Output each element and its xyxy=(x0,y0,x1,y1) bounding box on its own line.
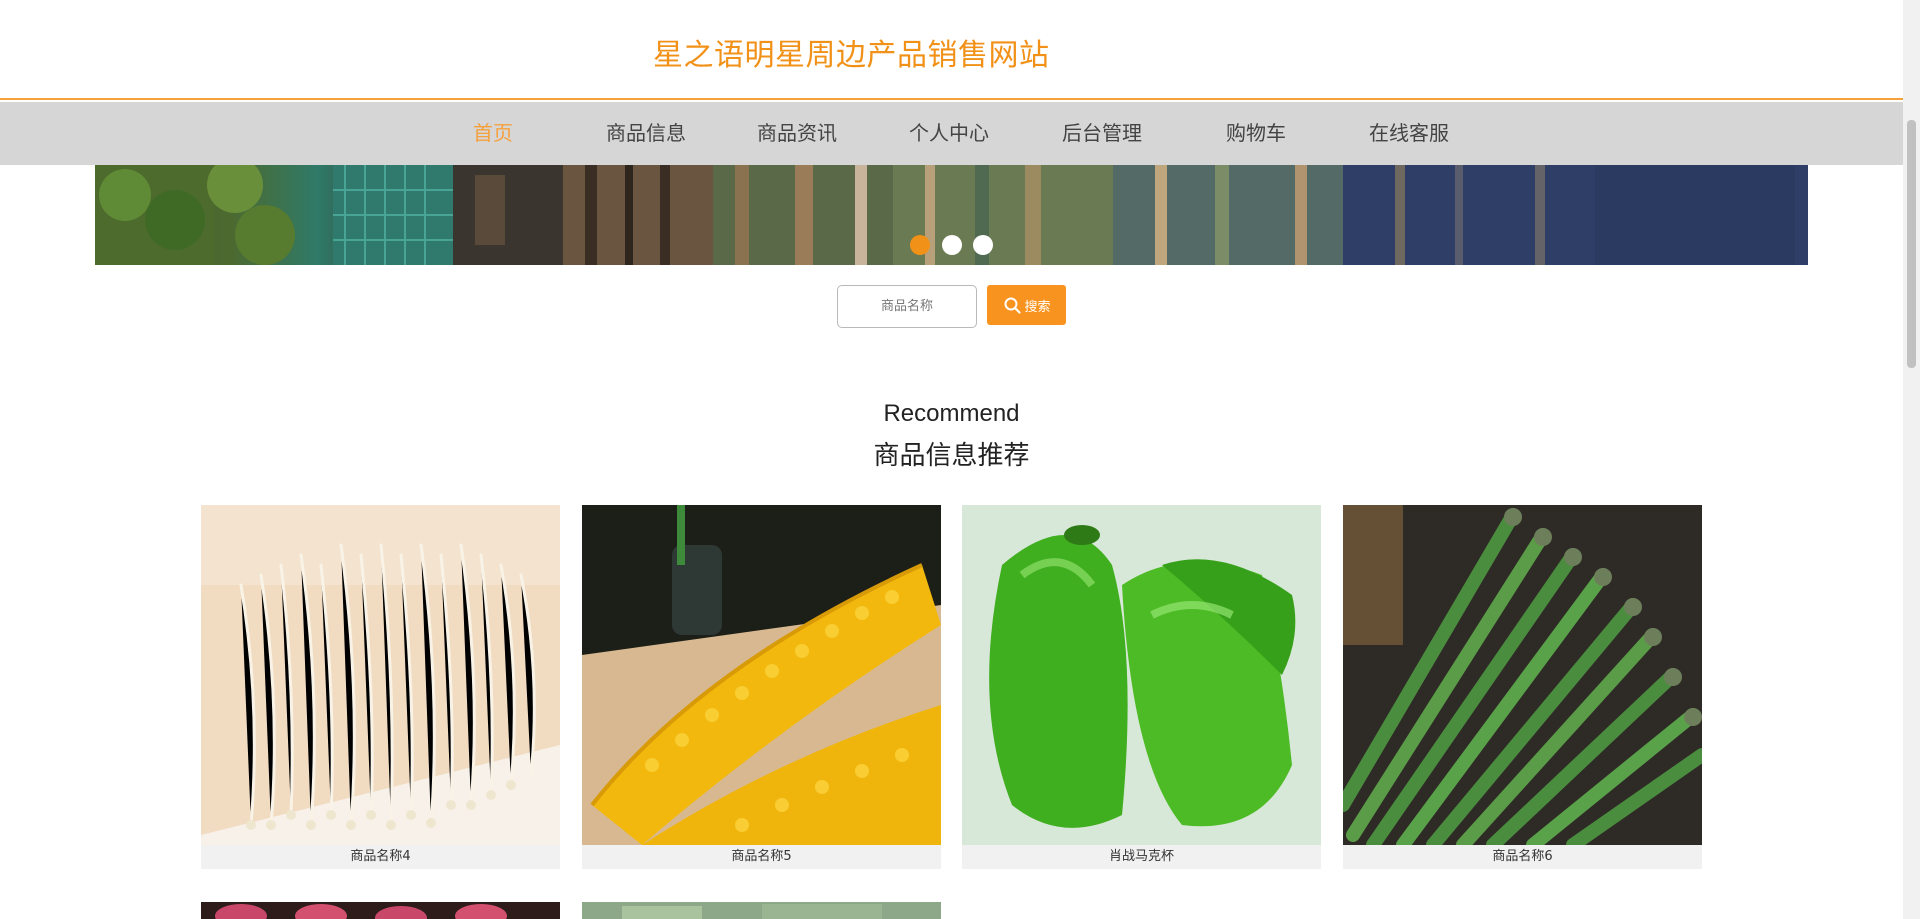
product-image[interactable] xyxy=(582,505,941,845)
product-card[interactable] xyxy=(582,902,941,919)
carousel-dots xyxy=(95,235,1808,257)
banner-carousel[interactable] xyxy=(95,165,1808,265)
search-input[interactable] xyxy=(837,285,977,328)
nav-item-home[interactable]: 首页 xyxy=(473,102,513,165)
carousel-dot-2[interactable] xyxy=(941,235,962,255)
scrollbar-thumb[interactable] xyxy=(1907,120,1916,368)
product-card[interactable]: 肖战马克杯 xyxy=(962,505,1321,869)
product-card[interactable] xyxy=(201,902,560,919)
product-name[interactable]: 商品名称6 xyxy=(1343,845,1702,869)
product-name[interactable]: 商品名称4 xyxy=(201,845,560,869)
search-icon xyxy=(1004,297,1022,314)
main-nav: 首页 商品信息 商品资讯 个人中心 后台管理 购物车 在线客服 xyxy=(0,102,1903,165)
nav-item-profile[interactable]: 个人中心 xyxy=(909,102,989,165)
product-name[interactable]: 肖战马克杯 xyxy=(962,845,1321,869)
nav-item-news[interactable]: 商品资讯 xyxy=(757,102,837,165)
product-image[interactable] xyxy=(201,505,560,845)
product-name[interactable]: 商品名称5 xyxy=(582,845,941,869)
section-title-en: Recommend xyxy=(883,400,1020,427)
section-title-cn: 商品信息推荐 xyxy=(873,441,1030,471)
nav-item-products[interactable]: 商品信息 xyxy=(606,102,686,165)
nav-item-cart[interactable]: 购物车 xyxy=(1226,102,1286,165)
product-card[interactable]: 商品名称5 xyxy=(582,505,941,869)
product-card[interactable]: 商品名称6 xyxy=(1343,505,1702,869)
product-image[interactable] xyxy=(582,902,941,919)
page: 星之语明星周边产品销售网站 首页 商品信息 商品资讯 个人中心 后台管理 购物车… xyxy=(0,0,1903,919)
product-card[interactable]: 商品名称4 xyxy=(201,505,560,869)
search-button[interactable]: 搜索 xyxy=(987,285,1066,325)
product-image[interactable] xyxy=(1343,505,1702,845)
page-scrollbar[interactable] xyxy=(1903,0,1920,919)
carousel-dot-3[interactable] xyxy=(972,235,993,255)
nav-item-support[interactable]: 在线客服 xyxy=(1369,102,1449,165)
carousel-dot-1[interactable] xyxy=(910,235,931,255)
product-image[interactable] xyxy=(201,902,560,919)
site-title[interactable]: 星之语明星周边产品销售网站 xyxy=(653,30,1050,74)
search-button-label: 搜索 xyxy=(1024,299,1051,315)
site-header: 星之语明星周边产品销售网站 xyxy=(0,0,1903,100)
nav-item-admin[interactable]: 后台管理 xyxy=(1062,102,1142,165)
product-image[interactable] xyxy=(962,505,1321,845)
